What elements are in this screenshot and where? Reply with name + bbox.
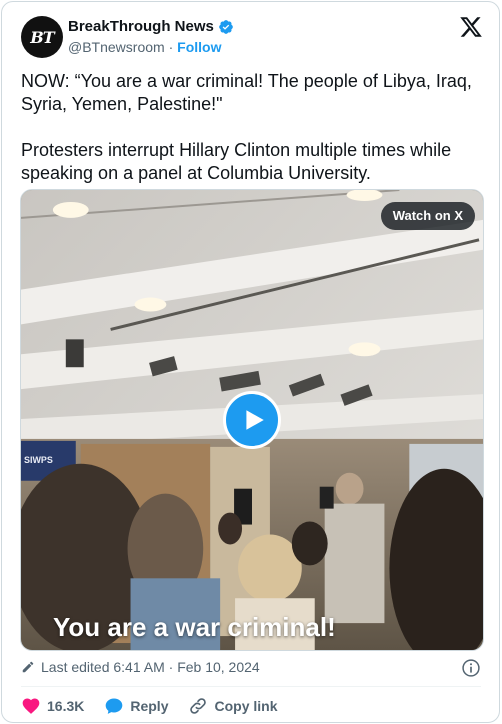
pencil-icon bbox=[22, 661, 34, 673]
reply-label: Reply bbox=[130, 698, 169, 714]
watch-on-x-button[interactable]: Watch on X bbox=[380, 202, 475, 230]
handle-separator: · bbox=[168, 39, 174, 55]
sign-text: SIWPS bbox=[24, 455, 53, 465]
avatar-logo-text: BT bbox=[30, 27, 54, 47]
divider bbox=[21, 686, 481, 687]
edited-meta-row[interactable]: Last edited 6:41 AM · Feb 10, 2024 bbox=[21, 659, 260, 675]
action-bar: 16.3K Reply Copy link bbox=[21, 696, 278, 716]
tweet-paragraph: Protesters interrupt Hillary Clinton mul… bbox=[21, 140, 452, 183]
edited-timestamp[interactable]: Last edited 6:41 AM · Feb 10, 2024 bbox=[41, 659, 260, 675]
x-logo-icon[interactable] bbox=[459, 15, 483, 39]
author-name-row: BreakThrough News bbox=[68, 18, 234, 35]
heart-icon bbox=[22, 698, 40, 714]
like-count: 16.3K bbox=[47, 698, 85, 714]
author-handle-row: @BTnewsroom · Follow bbox=[68, 39, 221, 55]
play-icon bbox=[246, 410, 264, 430]
tweet-text: NOW: “You are a war criminal! The people… bbox=[21, 70, 489, 185]
copy-link-button[interactable]: Copy link bbox=[188, 696, 278, 716]
info-icon[interactable] bbox=[461, 658, 481, 678]
avatar[interactable]: BT bbox=[21, 16, 63, 58]
play-button[interactable] bbox=[223, 391, 281, 449]
reply-bubble-icon bbox=[106, 698, 123, 714]
author-display-name[interactable]: BreakThrough News bbox=[68, 18, 214, 35]
tweet-card[interactable]: BT BreakThrough News @BTnewsroom · Follo… bbox=[1, 1, 500, 723]
author-handle[interactable]: @BTnewsroom bbox=[68, 39, 165, 55]
video-caption: You are a war criminal! bbox=[53, 612, 336, 642]
link-icon bbox=[190, 698, 207, 714]
tweet-paragraph: NOW: “You are a war criminal! The people… bbox=[21, 71, 472, 114]
reply-button[interactable]: Reply bbox=[104, 696, 168, 716]
follow-button[interactable]: Follow bbox=[177, 39, 221, 55]
video-media[interactable]: SIWPS Watch on X You are a war criminal! bbox=[20, 189, 484, 651]
like-button[interactable]: 16.3K bbox=[21, 696, 84, 716]
verified-badge-icon bbox=[219, 19, 233, 34]
copy-link-label: Copy link bbox=[214, 698, 278, 714]
